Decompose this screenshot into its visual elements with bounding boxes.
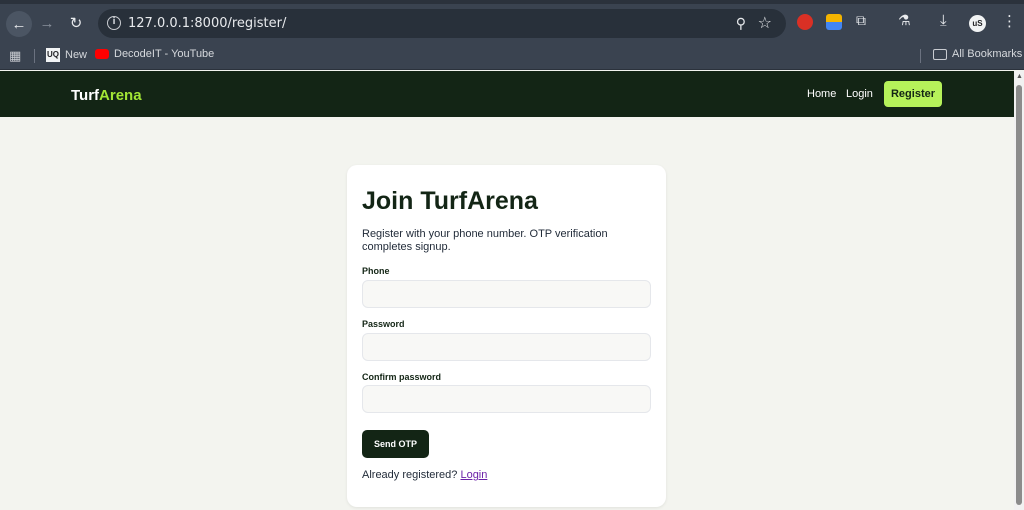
nav-register-button[interactable]: Register (884, 81, 942, 107)
url-text[interactable]: 127.0.0.1:8000/register/ (128, 16, 286, 31)
reload-icon[interactable]: ↻ (65, 12, 87, 34)
folder-icon (933, 48, 947, 60)
kebab-menu-icon[interactable]: ⋮ (1002, 12, 1017, 30)
labs-icon[interactable]: ⚗ (898, 12, 914, 28)
page-scrollbar[interactable]: ▲ (1014, 71, 1024, 510)
nav-login-link[interactable]: Login (846, 88, 873, 100)
password-input[interactable] (362, 333, 651, 361)
extensions-puzzle-icon[interactable]: ⧉ (856, 12, 872, 28)
extension-red-icon[interactable] (797, 14, 813, 30)
logo-accent: Arena (99, 87, 142, 104)
register-card: Join TurfArena Register with your phone … (347, 165, 666, 507)
form-description: Register with your phone number. OTP ver… (362, 228, 608, 253)
scrollbar-thumb[interactable] (1016, 85, 1022, 505)
bookmarks-divider (34, 49, 35, 63)
zoom-icon[interactable]: ⚲ (736, 15, 746, 32)
browser-toolbar: ← → ↻ i 127.0.0.1:8000/register/ ⚲ ☆ ⧉ ⚗… (0, 0, 1024, 42)
back-arrow-icon[interactable]: ← (6, 11, 32, 37)
login-prompt-text: Already registered? (362, 469, 458, 481)
site-info-icon[interactable]: i (107, 16, 121, 30)
bookmark-youtube[interactable]: DecodeIT - YouTube (95, 48, 214, 60)
site-logo[interactable]: TurfArena (71, 87, 142, 104)
bookmark-new[interactable]: UQ New (46, 48, 87, 62)
send-otp-button[interactable]: Send OTP (362, 430, 429, 458)
nav-home-link[interactable]: Home (807, 88, 836, 100)
profile-avatar[interactable]: uS (969, 15, 986, 32)
all-bookmarks-label: All Bookmarks (952, 48, 1023, 60)
uq-favicon-icon: UQ (46, 48, 60, 62)
bookmark-label: DecodeIT - YouTube (114, 48, 215, 60)
forward-arrow-icon[interactable]: → (36, 12, 58, 34)
phone-label: Phone (362, 266, 390, 276)
bookmarks-divider (920, 49, 921, 63)
youtube-icon (95, 49, 109, 59)
tab-strip (0, 0, 1024, 4)
bookmarks-bar: ▦ UQ New DecodeIT - YouTube All Bookmark… (0, 42, 1024, 70)
form-title: Join TurfArena (362, 187, 538, 215)
confirm-password-label: Confirm password (362, 372, 442, 382)
bookmark-label: New (65, 49, 88, 61)
address-bar[interactable]: i 127.0.0.1:8000/register/ ⚲ ☆ (98, 9, 786, 38)
login-prompt: Already registered? Login (362, 469, 487, 481)
confirm-password-input[interactable] (362, 385, 651, 413)
apps-grid-icon[interactable]: ▦ (9, 48, 21, 64)
scroll-up-icon[interactable]: ▲ (1016, 73, 1023, 80)
logo-main: Turf (71, 87, 100, 104)
password-label: Password (362, 319, 405, 329)
bookmark-star-icon[interactable]: ☆ (758, 13, 772, 33)
extension-colorful-icon[interactable] (826, 14, 842, 30)
download-icon[interactable]: ⤓ (940, 12, 956, 29)
phone-input[interactable] (362, 280, 651, 308)
login-link[interactable]: Login (460, 469, 487, 481)
site-header: TurfArena Home Login Register (0, 71, 1024, 117)
all-bookmarks[interactable]: All Bookmarks (933, 48, 1022, 60)
